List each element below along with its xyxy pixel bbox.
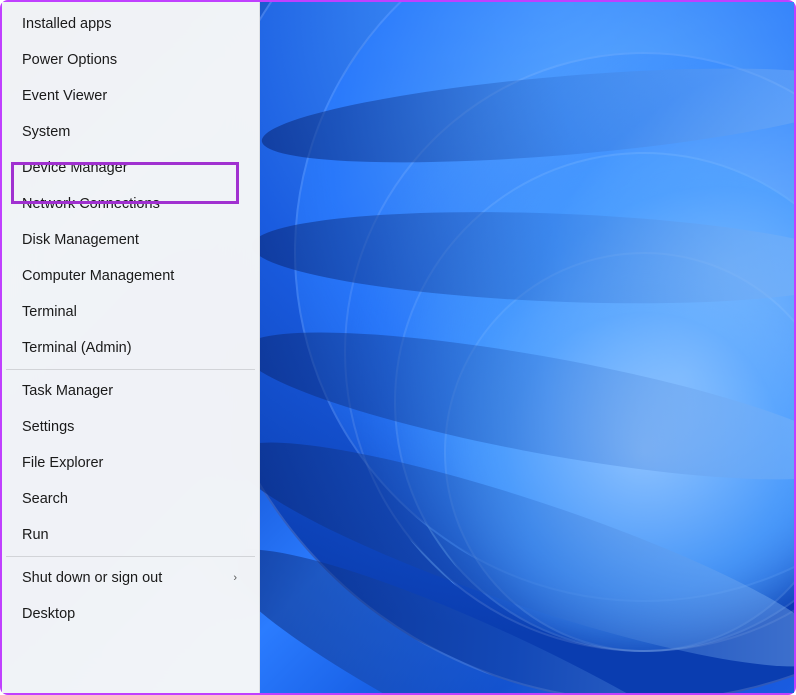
menu-item-file-explorer[interactable]: File Explorer <box>2 445 259 481</box>
menu-item-label: Task Manager <box>22 383 113 399</box>
menu-item-label: Power Options <box>22 52 117 68</box>
menu-item-label: Terminal <box>22 304 77 320</box>
menu-item-system[interactable]: System <box>2 114 259 150</box>
menu-item-label: Disk Management <box>22 232 139 248</box>
menu-item-run[interactable]: Run <box>2 517 259 553</box>
menu-item-label: Computer Management <box>22 268 174 284</box>
menu-item-desktop[interactable]: Desktop <box>2 596 259 632</box>
menu-item-network-connections[interactable]: Network Connections <box>2 186 259 222</box>
winx-context-menu: Installed apps Power Options Event Viewer S… <box>2 2 260 693</box>
menu-item-disk-management[interactable]: Disk Management <box>2 222 259 258</box>
menu-item-label: Search <box>22 491 68 507</box>
menu-item-label: System <box>22 124 70 140</box>
menu-item-label: File Explorer <box>22 455 103 471</box>
menu-item-shut-down-or-sign-out[interactable]: Shut down or sign out › <box>2 560 259 596</box>
menu-item-label: Settings <box>22 419 74 435</box>
menu-item-label: Run <box>22 527 49 543</box>
menu-item-label: Event Viewer <box>22 88 107 104</box>
menu-item-label: Network Connections <box>22 196 160 212</box>
menu-item-computer-management[interactable]: Computer Management <box>2 258 259 294</box>
menu-item-terminal[interactable]: Terminal <box>2 294 259 330</box>
menu-item-terminal-admin[interactable]: Terminal (Admin) <box>2 330 259 366</box>
menu-item-label: Desktop <box>22 606 75 622</box>
menu-item-task-manager[interactable]: Task Manager <box>2 373 259 409</box>
menu-item-power-options[interactable]: Power Options <box>2 42 259 78</box>
menu-separator <box>6 556 255 557</box>
menu-item-event-viewer[interactable]: Event Viewer <box>2 78 259 114</box>
menu-item-label: Shut down or sign out <box>22 570 162 586</box>
menu-item-search[interactable]: Search <box>2 481 259 517</box>
menu-item-label: Device Manager <box>22 160 128 176</box>
menu-item-installed-apps[interactable]: Installed apps <box>2 6 259 42</box>
menu-item-device-manager[interactable]: Device Manager <box>2 150 259 186</box>
chevron-right-icon: › <box>233 572 237 584</box>
menu-separator <box>6 369 255 370</box>
menu-item-label: Installed apps <box>22 16 111 32</box>
menu-item-label: Terminal (Admin) <box>22 340 132 356</box>
menu-item-settings[interactable]: Settings <box>2 409 259 445</box>
